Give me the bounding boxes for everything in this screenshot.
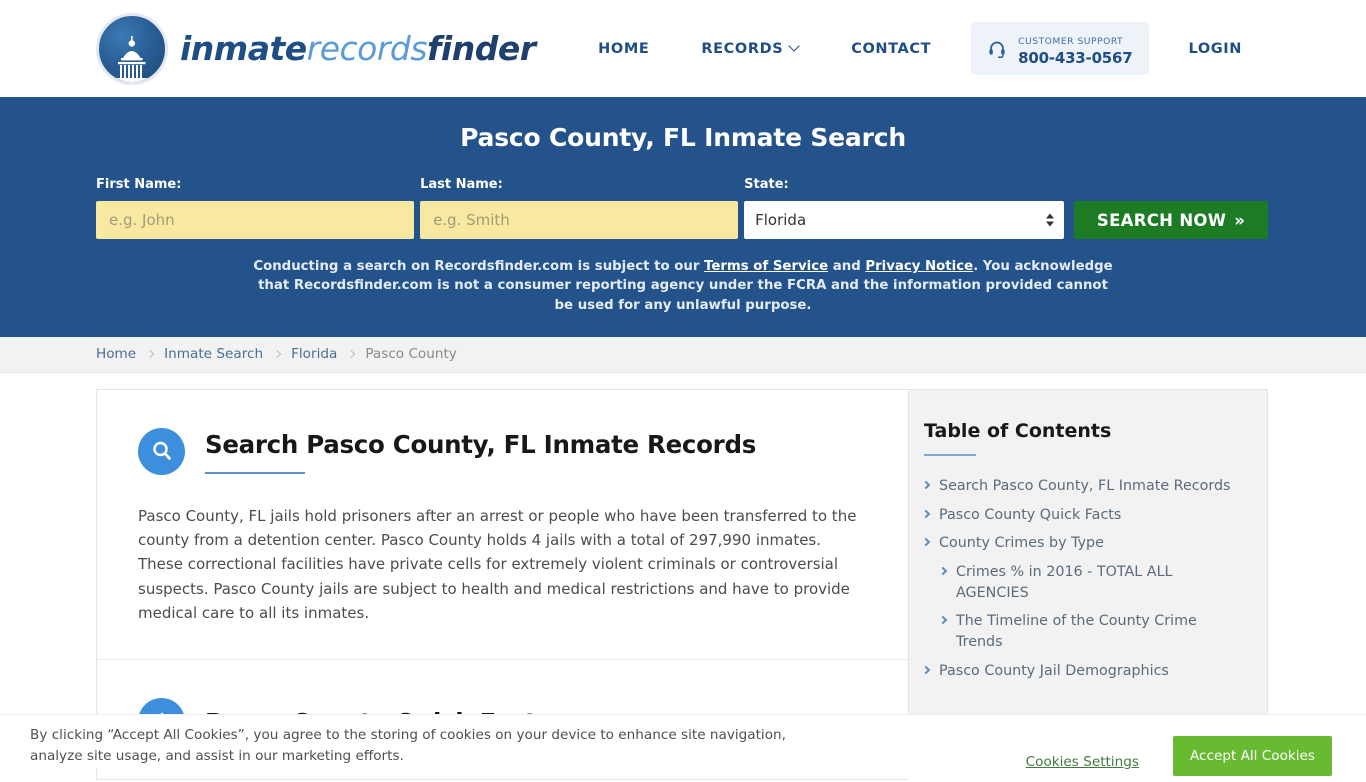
nav-contact-label: CONTACT [851, 41, 931, 57]
chevron-right-icon [939, 567, 947, 575]
site-header: inmaterecordsfinder HOME RECORDS CONTACT [0, 0, 1366, 97]
chevron-right-icon [273, 350, 281, 358]
toc-item-search-records[interactable]: Search Pasco County, FL Inmate Records [923, 476, 1243, 497]
toc-link-crimes-2016[interactable]: Crimes % in 2016 - TOTAL ALL AGENCIES [956, 562, 1243, 603]
chevron-right-icon [146, 350, 154, 358]
nav-login[interactable]: LOGIN [1163, 41, 1268, 57]
toc-link-search-records[interactable]: Search Pasco County, FL Inmate Records [939, 476, 1231, 497]
disclaimer-part-1: Conducting a search on Recordsfinder.com… [253, 259, 704, 274]
nav-records[interactable]: RECORDS [675, 41, 825, 57]
chevron-down-icon [790, 42, 799, 51]
last-name-field-group: Last Name: [420, 177, 738, 239]
first-name-input[interactable] [96, 201, 414, 239]
cookie-banner-text: By clicking “Accept All Cookies”, you ag… [30, 725, 830, 767]
toc-link-crime-trends[interactable]: The Timeline of the County Crime Trends [956, 611, 1243, 652]
section-body-search-records: Pasco County, FL jails hold prisoners af… [138, 504, 867, 625]
capitol-building-icon [96, 13, 168, 85]
state-field-group: State: [744, 177, 1064, 239]
breadcrumb-home[interactable]: Home [96, 346, 136, 362]
search-now-label: SEARCH NOW [1097, 211, 1226, 230]
chevron-right-icon [922, 666, 930, 674]
chevron-right-icon [922, 481, 930, 489]
chevron-right-icon [939, 616, 947, 624]
breadcrumb-inmate-search[interactable]: Inmate Search [164, 346, 263, 362]
logo-part-records: records [307, 29, 427, 68]
search-disclaimer: Conducting a search on Recordsfinder.com… [253, 257, 1113, 315]
toc-item-crimes-2016[interactable]: Crimes % in 2016 - TOTAL ALL AGENCIES [923, 562, 1243, 603]
toc-title: Table of Contents [923, 420, 1243, 442]
terms-of-service-link[interactable]: Terms of Service [704, 259, 828, 274]
section-search-records: Search Pasco County, FL Inmate Records P… [97, 390, 908, 659]
last-name-label: Last Name: [420, 177, 738, 192]
headset-icon [987, 39, 1007, 59]
table-of-contents: Table of Contents Search Pasco County, F… [908, 389, 1268, 719]
privacy-notice-link[interactable]: Privacy Notice [865, 259, 973, 274]
nav-records-label: RECORDS [701, 41, 783, 57]
last-name-input[interactable] [420, 201, 738, 239]
search-circle-icon [138, 428, 185, 475]
inmate-search-form: First Name: Last Name: State: SEARCH NOW… [0, 177, 1366, 239]
cookie-consent-banner: By clicking “Accept All Cookies”, you ag… [0, 714, 1366, 768]
site-logo[interactable]: inmaterecordsfinder [96, 13, 536, 85]
nav-contact[interactable]: CONTACT [825, 41, 957, 57]
chevron-right-icon [347, 350, 355, 358]
logo-part-inmate: inmate [180, 29, 307, 68]
logo-wordmark: inmaterecordsfinder [180, 29, 536, 68]
double-chevron-right-icon: » [1234, 211, 1245, 230]
nav-login-label: LOGIN [1189, 41, 1242, 57]
breadcrumb-pasco-county: Pasco County [365, 346, 457, 362]
nav-home-label: HOME [598, 41, 649, 57]
toc-item-county-crimes[interactable]: County Crimes by Type [923, 533, 1243, 554]
main-navigation: HOME RECORDS CONTACT CUSTOMER SUPPORT 80… [572, 22, 1268, 75]
toc-link-county-crimes[interactable]: County Crimes by Type [939, 533, 1104, 554]
customer-support-block[interactable]: CUSTOMER SUPPORT 800-433-0567 [971, 22, 1148, 75]
support-label: CUSTOMER SUPPORT [1018, 36, 1123, 47]
toc-underline [924, 454, 976, 456]
state-select[interactable] [744, 201, 1064, 239]
page-title: Pasco County, FL Inmate Search [0, 123, 1366, 152]
title-underline [205, 472, 305, 474]
search-now-button[interactable]: SEARCH NOW » [1074, 201, 1268, 239]
logo-part-finder: finder [427, 29, 535, 68]
toc-link-jail-demographics[interactable]: Pasco County Jail Demographics [939, 661, 1169, 682]
nav-home[interactable]: HOME [572, 41, 675, 57]
toc-link-quick-facts[interactable]: Pasco County Quick Facts [939, 505, 1121, 526]
first-name-label: First Name: [96, 177, 414, 192]
accept-all-cookies-button[interactable]: Accept All Cookies [1173, 736, 1332, 776]
section-title-search-records: Search Pasco County, FL Inmate Records [205, 430, 756, 459]
breadcrumb: Home Inmate Search Florida Pasco County [0, 337, 1366, 373]
toc-item-jail-demographics[interactable]: Pasco County Jail Demographics [923, 661, 1243, 682]
chevron-right-icon [922, 509, 930, 517]
toc-list: Search Pasco County, FL Inmate Records P… [923, 476, 1243, 682]
first-name-field-group: First Name: [96, 177, 414, 239]
breadcrumb-florida[interactable]: Florida [291, 346, 337, 362]
hero-search-section: Pasco County, FL Inmate Search First Nam… [0, 97, 1366, 337]
support-phone[interactable]: 800-433-0567 [1018, 49, 1132, 67]
disclaimer-part-2: and [828, 259, 865, 274]
toc-item-crime-trends[interactable]: The Timeline of the County Crime Trends [923, 611, 1243, 652]
chevron-right-icon [922, 538, 930, 546]
state-label: State: [744, 177, 1064, 192]
toc-item-quick-facts[interactable]: Pasco County Quick Facts [923, 505, 1243, 526]
